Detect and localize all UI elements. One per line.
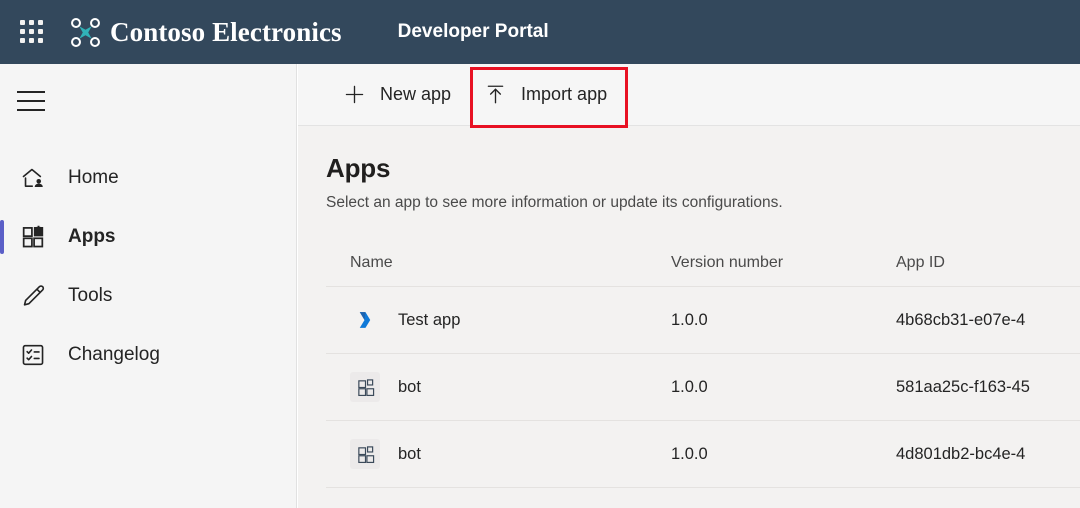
waffle-dot [20,20,25,25]
column-header-version[interactable]: Version number [671,254,896,272]
waffle-dot [38,20,43,25]
sidebar-item-label: Tools [68,284,113,306]
apps-grid-icon [19,223,47,251]
task-list-icon [19,341,47,369]
upload-arrow-icon [483,83,507,107]
waffle-dot [38,29,43,34]
table-row[interactable]: Test app 1.0.0 4b68cb31-e07e-4 [326,287,1080,354]
brand-logo-area[interactable]: Contoso Electronics [70,17,342,48]
cell-version: 1.0.0 [671,444,708,463]
brand-name-text: Contoso Electronics [110,16,342,47]
waffle-dot [20,29,25,34]
app-name-text: bot [398,444,421,463]
hamburger-line [17,109,45,111]
cell-app-id: 4d801db2-bc4e-4 [896,444,1026,463]
apps-page-body: Apps Select an app to see more informati… [298,126,1080,488]
table-row[interactable]: bot 1.0.0 581aa25c-f163-45 [326,354,1080,421]
column-header-name[interactable]: Name [326,254,671,272]
new-app-button[interactable]: New app [326,65,467,125]
table-header-row: Name Version number App ID [326,239,1080,287]
page-title: Apps [326,153,391,183]
app-launcher-waffle-icon[interactable] [20,20,44,44]
developer-portal-window: Contoso Electronics Developer Portal Hom… [0,0,1080,508]
waffle-dot [29,20,34,25]
column-header-app-id[interactable]: App ID [896,254,1080,272]
pencil-icon [19,282,47,310]
sidebar-item-label: Apps [68,225,116,247]
left-sidebar: Home Apps Tools Changelog [0,64,297,508]
waffle-dot [20,38,25,43]
sidebar-item-tools[interactable]: Tools [0,266,297,325]
hamburger-line [17,91,45,93]
cell-version: 1.0.0 [671,377,708,396]
portal-title: Developer Portal [397,21,549,42]
cell-version: 1.0.0 [671,310,708,329]
import-app-button[interactable]: Import app [467,65,623,125]
cell-name: Test app [326,305,671,335]
plus-icon [342,83,366,107]
sidebar-item-apps[interactable]: Apps [0,207,297,266]
waffle-dot [38,38,43,43]
cell-name: bot [326,439,671,469]
new-app-label: New app [380,84,452,104]
sidebar-item-label: Changelog [68,343,160,365]
sidebar-item-home[interactable]: Home [0,148,297,207]
table-row[interactable]: bot 1.0.0 4d801db2-bc4e-4 [326,421,1080,488]
hamburger-menu-icon[interactable] [17,86,51,116]
cell-name: bot [326,372,671,402]
waffle-dot [29,38,34,43]
sidebar-item-label: Home [68,166,119,188]
teams-app-icon [350,372,380,402]
home-person-icon [19,164,47,192]
contoso-drone-logo-icon [71,17,100,47]
cell-app-id: 581aa25c-f163-45 [896,377,1030,396]
command-toolbar: New app Import app [298,64,1080,128]
cell-app-id: 4b68cb31-e07e-4 [896,310,1026,329]
page-subtitle: Select an app to see more information or… [326,194,783,211]
hamburger-line [17,100,45,102]
power-chevron-icon [350,305,380,335]
app-name-text: Test app [398,310,461,329]
top-header-bar: Contoso Electronics Developer Portal [0,0,1080,64]
waffle-dot [29,29,34,34]
app-name-text: bot [398,377,421,396]
teams-app-icon [350,439,380,469]
import-app-label: Import app [521,84,608,104]
apps-table: Name Version number App ID Test app 1.0.… [326,239,1080,488]
main-content-area: New app Import app Apps Select an app to… [298,64,1080,508]
sidebar-nav-list: Home Apps Tools Changelog [0,148,297,384]
sidebar-item-changelog[interactable]: Changelog [0,325,297,384]
